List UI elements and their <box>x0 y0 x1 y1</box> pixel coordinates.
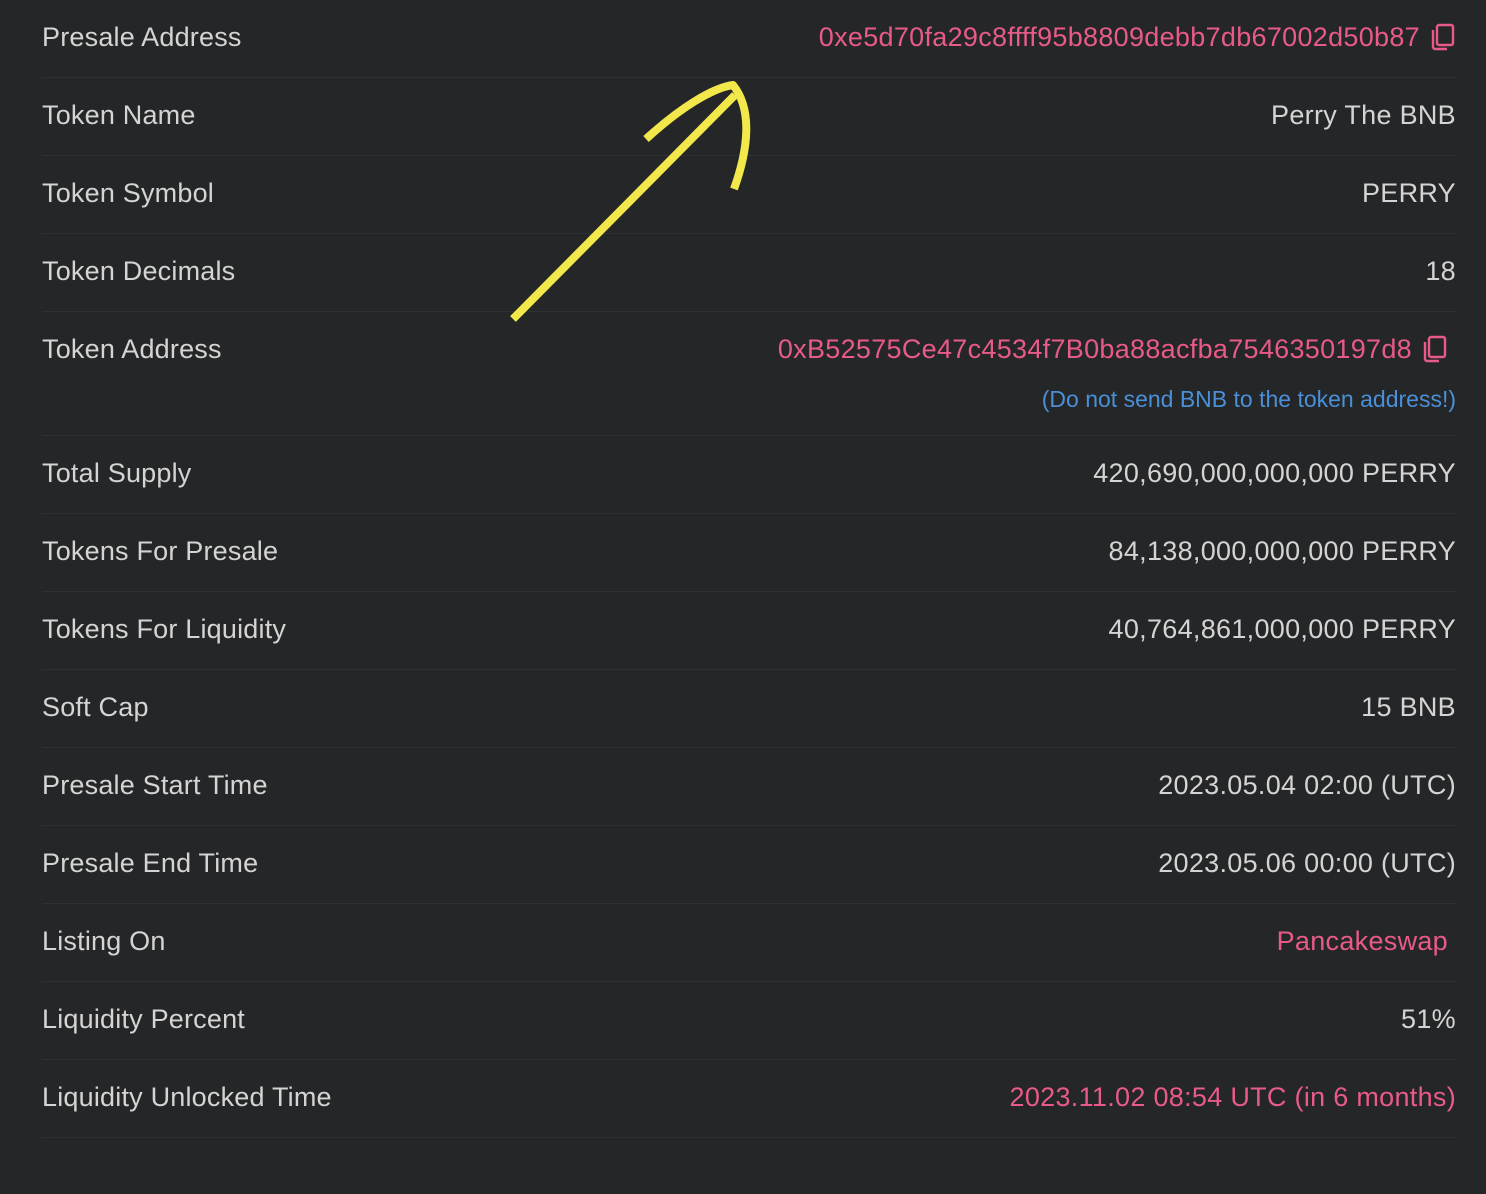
total-supply-value: 420,690,000,000,000 PERRY <box>1093 458 1456 488</box>
row-token-name: Token Name Perry The BNB <box>42 78 1456 156</box>
token-name-value: Perry The BNB <box>1271 100 1456 130</box>
row-presale-address: Presale Address 0xe5d70fa29c8ffff95b8809… <box>42 0 1456 78</box>
soft-cap-label: Soft Cap <box>42 692 149 722</box>
presale-start-time-label: Presale Start Time <box>42 770 268 800</box>
token-decimals-value: 18 <box>1425 256 1456 286</box>
row-presale-start-time: Presale Start Time 2023.05.04 02:00 (UTC… <box>42 748 1456 826</box>
tokens-for-liquidity-label: Tokens For Liquidity <box>42 614 287 644</box>
token-address-link[interactable]: 0xB52575Ce47c4534f7B0ba88acfba7546350197… <box>778 332 1412 366</box>
row-liquidity-percent: Liquidity Percent 51% <box>42 982 1456 1060</box>
soft-cap-value: 15 BNB <box>1361 692 1456 722</box>
total-supply-label: Total Supply <box>42 458 192 488</box>
row-tokens-for-liquidity: Tokens For Liquidity 40,764,861,000,000 … <box>42 592 1456 670</box>
presale-end-time-label: Presale End Time <box>42 848 259 878</box>
listing-on-link[interactable]: Pancakeswap <box>1277 924 1448 958</box>
listing-on-label: Listing On <box>42 926 166 956</box>
liquidity-percent-label: Liquidity Percent <box>42 1004 246 1034</box>
liquidity-percent-value: 51% <box>1401 1004 1456 1034</box>
row-token-decimals: Token Decimals 18 <box>42 234 1456 312</box>
row-total-supply: Total Supply 420,690,000,000,000 PERRY <box>42 436 1456 514</box>
tokens-for-presale-label: Tokens For Presale <box>42 536 279 566</box>
liquidity-unlocked-time-label: Liquidity Unlocked Time <box>42 1082 332 1112</box>
liquidity-unlocked-time-value[interactable]: 2023.11.02 08:54 UTC (in 6 months) <box>1010 1080 1456 1114</box>
presale-address-value[interactable]: 0xe5d70fa29c8ffff95b8809debb7db67002d50b… <box>819 20 1456 54</box>
token-decimals-label: Token Decimals <box>42 256 236 286</box>
token-address-label: Token Address <box>42 334 222 364</box>
presale-address-link[interactable]: 0xe5d70fa29c8ffff95b8809debb7db67002d50b… <box>819 20 1420 54</box>
copy-icon[interactable] <box>1430 23 1456 51</box>
row-listing-on: Listing On Pancakeswap <box>42 904 1456 982</box>
row-tokens-for-presale: Tokens For Presale 84,138,000,000,000 PE… <box>42 514 1456 592</box>
tokens-for-liquidity-value: 40,764,861,000,000 PERRY <box>1108 614 1456 644</box>
presale-info-table: Presale Address 0xe5d70fa29c8ffff95b8809… <box>42 0 1456 1138</box>
row-token-address: Token Address 0xB52575Ce47c4534f7B0ba88a… <box>42 312 1456 436</box>
row-soft-cap: Soft Cap 15 BNB <box>42 670 1456 748</box>
row-presale-end-time: Presale End Time 2023.05.06 00:00 (UTC) <box>42 826 1456 904</box>
presale-start-time-value: 2023.05.04 02:00 (UTC) <box>1158 770 1456 800</box>
presale-details-page: Presale Address 0xe5d70fa29c8ffff95b8809… <box>0 0 1486 1194</box>
token-name-label: Token Name <box>42 100 196 130</box>
presale-address-label: Presale Address <box>42 22 242 52</box>
row-token-symbol: Token Symbol PERRY <box>42 156 1456 234</box>
tokens-for-presale-value: 84,138,000,000,000 PERRY <box>1108 536 1456 566</box>
token-address-warning: (Do not send BNB to the token address!) <box>1041 386 1456 412</box>
row-liquidity-unlocked-time: Liquidity Unlocked Time 2023.11.02 08:54… <box>42 1060 1456 1138</box>
token-symbol-label: Token Symbol <box>42 178 214 208</box>
token-address-value[interactable]: 0xB52575Ce47c4534f7B0ba88acfba7546350197… <box>778 332 1456 366</box>
token-symbol-value: PERRY <box>1361 178 1456 208</box>
copy-icon[interactable] <box>1422 335 1448 363</box>
presale-end-time-value: 2023.05.06 00:00 (UTC) <box>1158 848 1456 878</box>
